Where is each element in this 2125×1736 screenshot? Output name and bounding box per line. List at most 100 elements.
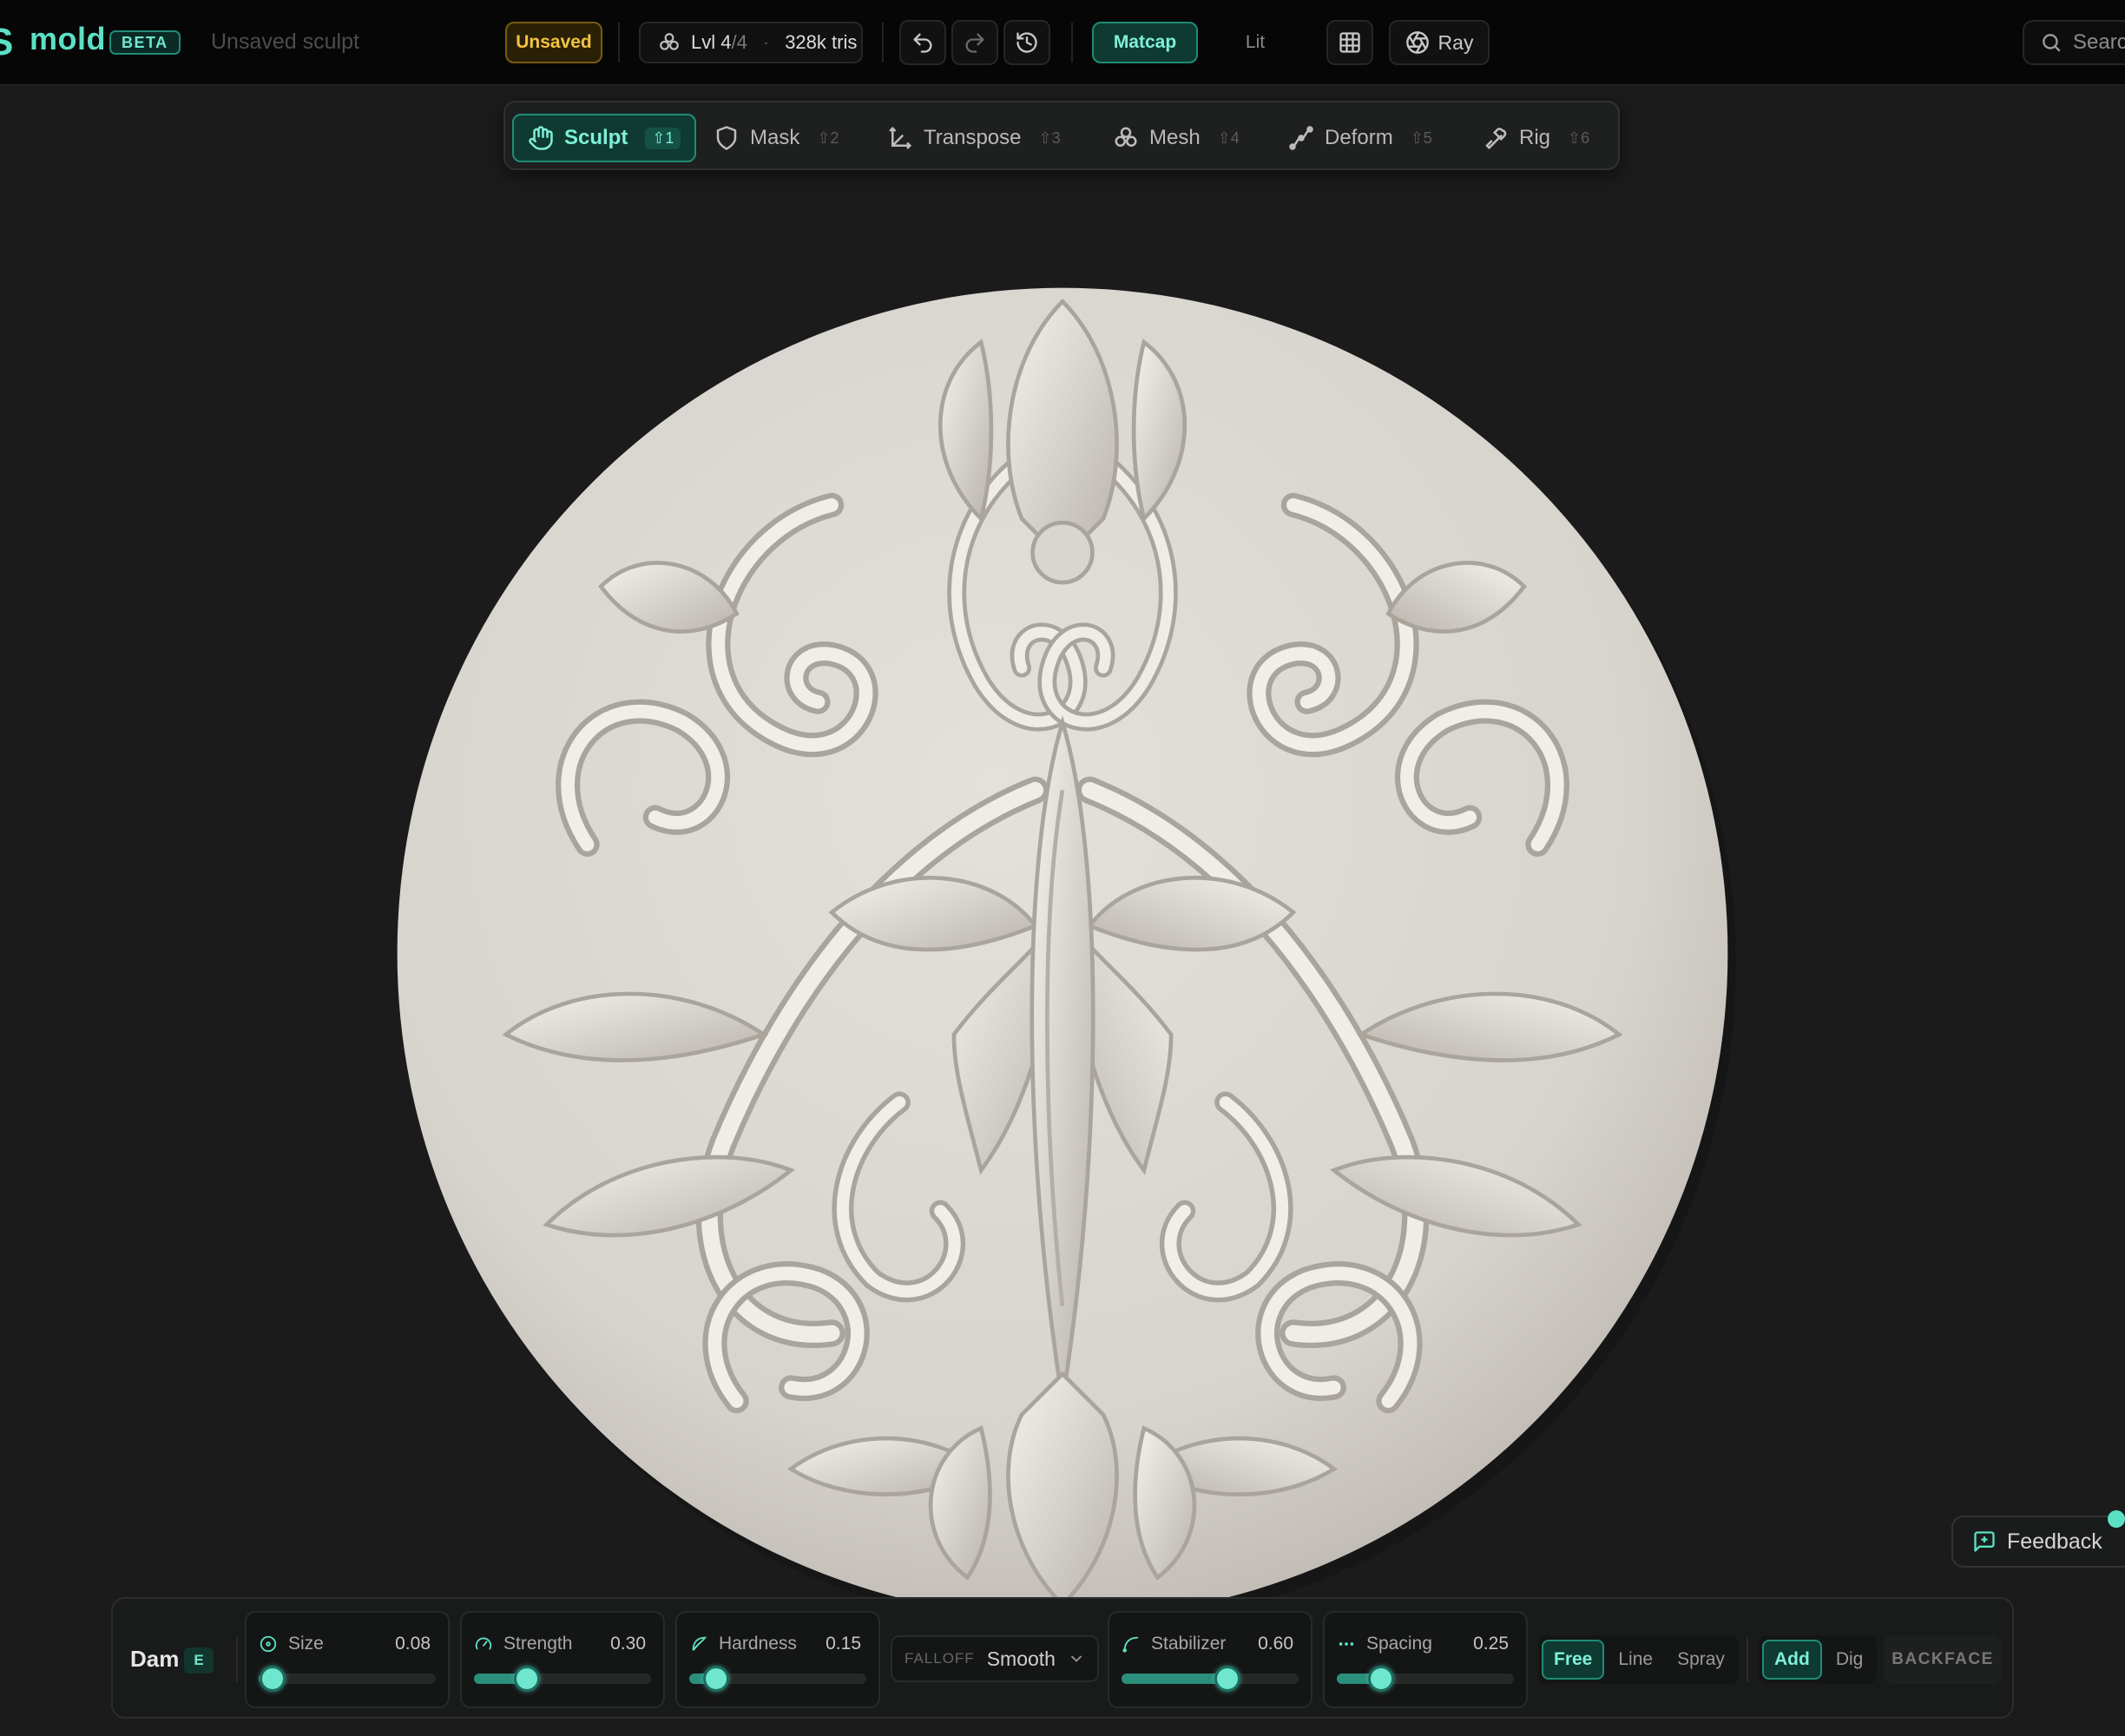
search-input[interactable]: Search [2023,20,2125,65]
divider [618,23,620,62]
mode-label: Transpose [924,126,1022,149]
message-plus-icon [1974,1531,1995,1552]
slider-track[interactable] [689,1666,866,1692]
direction-dig-option[interactable]: Dig [1826,1640,1874,1680]
slider-label: Spacing [1337,1634,1432,1654]
slider-thumb[interactable] [260,1666,286,1692]
level-readout: Lvl 4/4 [691,31,747,54]
brush-settings-panel: Dam E Size 0.08 Strength 0.30 Hardness 0… [111,1597,2014,1719]
history-icon [1016,32,1037,53]
stroke-spray-option[interactable]: Spray [1667,1640,1735,1680]
stroke-mode-group: Free Line Spray [1538,1635,1739,1684]
lit-shading-button[interactable]: Lit [1215,22,1295,63]
level-total: /4 [731,31,747,53]
slider-fill [1122,1674,1228,1684]
history-button[interactable] [1003,20,1050,65]
falloff-label: FALLOFF [905,1650,975,1667]
wireframe-toggle-button[interactable] [1326,20,1373,65]
gauge-icon [475,1637,492,1650]
slider-label: Strength [474,1634,572,1654]
brush-name[interactable]: Dam [130,1646,179,1673]
divider [1747,1637,1748,1682]
search-icon [2043,34,2061,52]
stroke-line-option[interactable]: Line [1608,1640,1663,1680]
mesh-icon [1115,127,1137,147]
slider-track[interactable] [1122,1666,1299,1692]
direction-add-option[interactable]: Add [1762,1640,1822,1680]
save-status-badge[interactable]: Unsaved [505,22,602,63]
slider-track[interactable] [259,1666,436,1692]
size-slider[interactable]: Size 0.08 [245,1611,450,1708]
backface-toggle[interactable]: BACKFACE [1884,1635,2002,1684]
aperture-icon [1405,31,1429,54]
mode-mask-tab[interactable]: Mask ⇧2 [714,114,839,162]
document-title[interactable]: Unsaved sculpt [211,30,359,55]
slider-track[interactable] [474,1666,651,1692]
mode-mesh-tab[interactable]: Mesh ⇧4 [1113,114,1240,162]
mode-shortcut: ⇧3 [1038,128,1061,147]
divider [882,23,884,62]
slider-thumb[interactable] [1214,1666,1241,1692]
spacing-slider[interactable]: Spacing 0.25 [1323,1611,1528,1708]
dots-icon [1339,1642,1354,1646]
brand-name[interactable]: mold [30,21,106,57]
hardness-slider[interactable]: Hardness 0.15 [675,1611,880,1708]
mode-rig-tab[interactable]: Rig ⇧6 [1483,114,1589,162]
undo-button[interactable] [899,20,946,65]
mode-label: Deform [1325,126,1393,149]
sculpt-model[interactable] [384,274,1741,1632]
stabilizer-slider[interactable]: Stabilizer 0.60 [1108,1611,1312,1708]
slider-thumb[interactable] [514,1666,541,1692]
size-value: 0.08 [395,1634,431,1654]
feather-icon [692,1636,707,1651]
bone-icon [1485,128,1507,150]
mode-shortcut: ⇧2 [817,128,839,147]
beta-badge: BETA [109,30,181,55]
shield-icon [716,126,737,150]
mode-shortcut: ⇧4 [1217,128,1240,147]
raytrace-label: Ray [1438,30,1474,54]
level-current: 4 [720,31,732,53]
sculpt-viewport[interactable] [0,85,2125,1736]
slider-thumb[interactable] [702,1666,729,1692]
top-bar: S mold BETA Unsaved sculpt Unsaved Lvl 4… [0,0,2125,85]
subdivision-level-button[interactable]: Lvl 4/4 · 328k tris [639,22,863,63]
feedback-label: Feedback [2007,1529,2102,1554]
stabilizer-value: 0.60 [1258,1634,1293,1654]
mode-sculpt-tab[interactable]: Sculpt ⇧1 [512,114,697,162]
mode-shortcut: ⇧6 [1568,128,1590,147]
spacing-label: Spacing [1366,1634,1432,1654]
falloff-select[interactable]: FALLOFF Smooth [891,1635,1099,1682]
raytrace-button[interactable]: Ray [1389,20,1490,65]
level-label: Lvl [691,31,716,53]
mode-label: Mask [750,126,800,149]
circle-icon [260,1635,277,1653]
strength-label: Strength [503,1634,573,1654]
mode-transpose-tab[interactable]: Transpose ⇧3 [887,114,1061,162]
app-logo[interactable]: S [0,21,13,64]
stroke-free-option[interactable]: Free [1542,1640,1605,1680]
hardness-value: 0.15 [826,1634,861,1654]
mesh-icon [660,33,679,50]
strength-slider[interactable]: Strength 0.30 [460,1611,665,1708]
hand-icon [529,126,553,150]
divider [1071,23,1073,62]
mode-label: Rig [1519,126,1551,149]
slider-label: Size [259,1634,324,1654]
notification-dot [2108,1510,2125,1528]
slider-label: Stabilizer [1122,1634,1226,1654]
separator-dot: · [762,31,770,53]
brush-shortcut-badge: E [184,1647,214,1674]
curve-icon [1122,1636,1139,1653]
slider-thumb[interactable] [1368,1666,1394,1692]
undo-icon [913,33,932,53]
chevron-down-icon [1071,1655,1082,1662]
strength-value: 0.30 [610,1634,646,1654]
redo-button[interactable] [951,20,998,65]
mode-toolbar: Sculpt ⇧1 Mask ⇧2 Transpose ⇧3 Mesh ⇧4 D… [503,101,1620,170]
feedback-button[interactable]: Feedback [1951,1510,2125,1568]
matcap-shading-button[interactable]: Matcap [1092,22,1198,63]
slider-track[interactable] [1337,1666,1514,1692]
mode-label: Sculpt [564,126,628,149]
mode-deform-tab[interactable]: Deform ⇧5 [1288,114,1432,162]
